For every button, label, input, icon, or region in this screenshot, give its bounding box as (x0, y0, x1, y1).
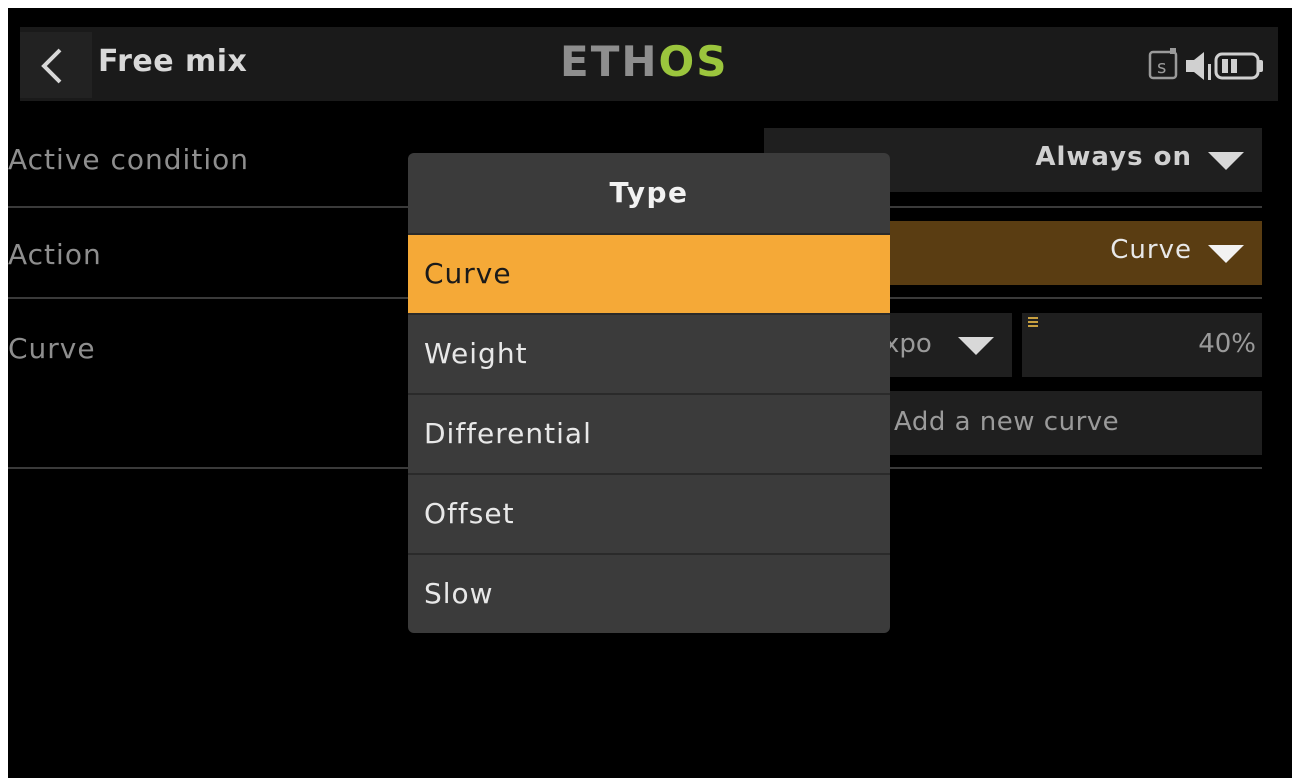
option-label: Slow (424, 577, 494, 610)
option-weight[interactable]: Weight (408, 313, 890, 393)
option-label: Curve (424, 257, 512, 290)
option-label: Differential (424, 417, 592, 450)
caret-down-icon (1208, 245, 1244, 263)
menu-icon (1028, 317, 1038, 327)
option-label: Offset (424, 497, 515, 530)
option-differential[interactable]: Differential (408, 393, 890, 473)
add-curve-label: Add a new curve (894, 407, 1120, 437)
action-label: Action (8, 238, 102, 271)
curve-value-field[interactable]: 40% (1022, 313, 1262, 377)
dialog-title: Type (609, 176, 689, 209)
back-button[interactable] (20, 32, 92, 98)
caret-down-icon (1208, 152, 1244, 170)
option-slow[interactable]: Slow (408, 553, 890, 633)
action-value: Curve (1110, 235, 1192, 265)
curve-type-value: xpo (884, 329, 932, 359)
battery-icon (1214, 52, 1263, 80)
status-icons: s (1148, 46, 1268, 86)
option-label: Weight (424, 337, 528, 370)
sd-card-icon: s (1148, 48, 1178, 80)
active-condition-value: Always on (1035, 142, 1192, 172)
type-selection-dialog: Type Curve Weight Differential Offset Sl… (408, 153, 890, 633)
screen: Free mix ETHOS s Active condition Always… (8, 8, 1292, 778)
active-condition-label: Active condition (8, 143, 249, 176)
option-offset[interactable]: Offset (408, 473, 890, 553)
chevron-left-icon (41, 48, 62, 84)
logo-text-os: OS (658, 37, 729, 86)
option-curve[interactable]: Curve (408, 233, 890, 313)
logo-text-eth: ETH (560, 37, 659, 86)
curve-value: 40% (1198, 329, 1256, 359)
ethos-logo: ETHOS (560, 40, 728, 84)
curve-label: Curve (8, 332, 96, 365)
svg-text:s: s (1157, 57, 1166, 78)
caret-down-icon (958, 337, 994, 355)
speaker-icon (1186, 52, 1211, 80)
page-title: Free mix (98, 44, 248, 79)
